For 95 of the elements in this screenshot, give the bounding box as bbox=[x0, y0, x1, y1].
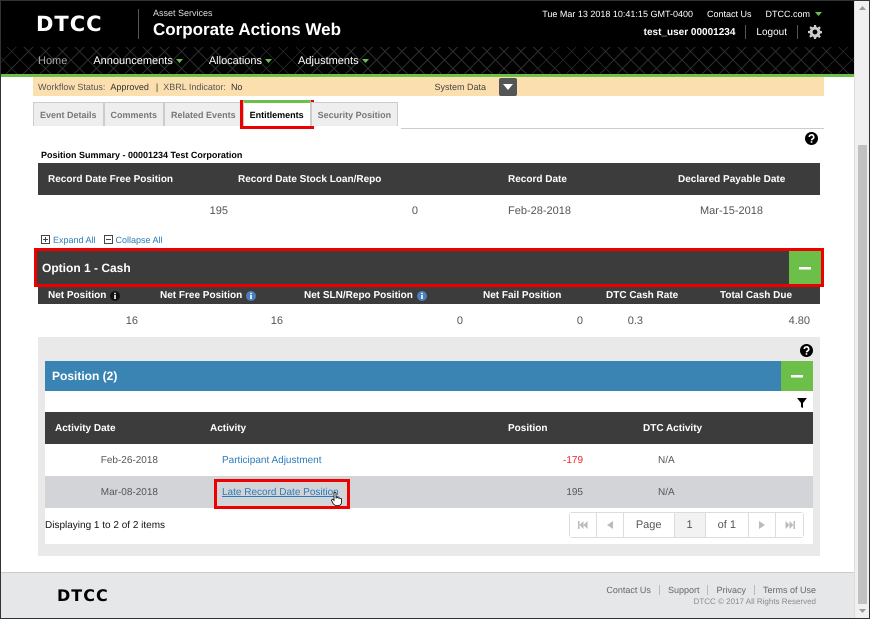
column-header: Activity Date bbox=[54, 422, 117, 434]
logout-link[interactable]: Logout bbox=[756, 26, 787, 38]
page-number-field[interactable]: 1 bbox=[674, 513, 706, 537]
table-cell-text: 4.80 bbox=[788, 314, 811, 326]
column-header: Position bbox=[507, 422, 548, 434]
dtcc-logo: DTCC bbox=[57, 586, 109, 605]
table-cell-text: 16 bbox=[124, 314, 139, 326]
option-title: Option 1 - Cash bbox=[42, 260, 131, 274]
scrollbar[interactable] bbox=[854, 1, 869, 618]
previous-page-icon bbox=[606, 521, 613, 529]
tab[interactable]: Event Details bbox=[33, 102, 104, 126]
help-icon[interactable] bbox=[805, 132, 818, 145]
scroll-down-icon[interactable] bbox=[858, 609, 866, 613]
status-label: XBRL Indicator: bbox=[163, 82, 226, 92]
column-header: DTC Activity bbox=[642, 422, 704, 434]
footer-link[interactable]: Contact Us bbox=[598, 585, 659, 595]
info-icon[interactable] bbox=[416, 290, 427, 300]
footer-link[interactable]: Privacy bbox=[707, 585, 754, 595]
minus-box-icon bbox=[104, 235, 113, 244]
caret-icon bbox=[176, 58, 183, 62]
app-subtitle: Asset Services bbox=[153, 8, 214, 18]
column-header: Net Free Position bbox=[160, 290, 242, 301]
column-header: Record Date Free Position bbox=[47, 174, 174, 184]
activity-link[interactable]: Late Record Date Position bbox=[222, 486, 339, 498]
info-icon[interactable] bbox=[246, 290, 256, 300]
header-link[interactable]: DTCC.com bbox=[766, 9, 822, 19]
table-cell-text: 195 bbox=[208, 205, 228, 217]
nav-item[interactable]: Announcements bbox=[93, 54, 183, 66]
column-header: Record Date Stock Loan/Repo bbox=[237, 174, 382, 184]
nav-item[interactable]: Home bbox=[38, 54, 68, 66]
table-cell-text: 16 bbox=[270, 314, 284, 326]
table-cell-text: 0 bbox=[456, 314, 463, 326]
table-cell-text: N/A bbox=[657, 454, 676, 466]
first-page-button[interactable] bbox=[570, 513, 597, 537]
position-title: Position (2) bbox=[52, 369, 118, 383]
copyright-text: DTCC © 2017 All Rights Reserved bbox=[694, 597, 816, 606]
caret-icon bbox=[362, 58, 369, 62]
settings-icon[interactable] bbox=[808, 25, 822, 39]
status-value: No bbox=[230, 82, 242, 92]
activity-link[interactable]: Participant Adjustment bbox=[222, 454, 322, 466]
first-page-icon bbox=[578, 521, 588, 529]
last-page-icon bbox=[784, 521, 794, 529]
user-name: test_user 00001234 bbox=[644, 26, 736, 38]
status-label: Workflow Status: bbox=[38, 82, 106, 92]
table-cell-text: Mar-15-2018 bbox=[699, 205, 764, 217]
footer-link[interactable]: Support bbox=[658, 585, 708, 595]
table-cell-text: 0 bbox=[410, 205, 419, 217]
column-header: Net Fail Position bbox=[483, 290, 562, 301]
next-page-icon bbox=[759, 521, 765, 529]
table-cell-text: -179 bbox=[562, 454, 583, 466]
info-icon[interactable] bbox=[110, 290, 120, 300]
table-cell-text: Feb-28-2018 bbox=[507, 205, 572, 217]
column-header: Net Position bbox=[48, 290, 106, 301]
caret-down-icon bbox=[503, 84, 513, 90]
summary-title: Position Summary - 00001234 Test Corporation bbox=[41, 150, 244, 160]
items-summary: Displaying 1 to 2 of 2 items bbox=[45, 520, 166, 530]
plus-box-icon bbox=[41, 235, 50, 244]
column-header: Total Cash Due bbox=[720, 290, 792, 301]
column-header: DTC Cash Rate bbox=[606, 290, 678, 301]
table-cell-text: Mar-08-2018 bbox=[100, 486, 159, 498]
tab[interactable]: Related Events bbox=[164, 102, 243, 126]
column-header: Net SLN/Repo Position bbox=[304, 290, 413, 301]
column-header: Record Date bbox=[507, 174, 568, 184]
dtcc-logo: DTCC bbox=[36, 12, 104, 36]
table-cell-text: 195 bbox=[565, 486, 583, 498]
table-row[interactable]: Feb-26-2018 Participant Adjustment -179 N/A bbox=[45, 444, 813, 476]
caret-icon bbox=[815, 12, 822, 16]
expand-all-link[interactable]: Expand All bbox=[41, 233, 96, 246]
datetime: Tue Mar 13 2018 10:41:15 GMT-0400 bbox=[542, 9, 693, 19]
collapse-button[interactable] bbox=[789, 251, 821, 284]
table-cell-text: 0.3 bbox=[626, 314, 644, 326]
tab[interactable]: Entitlements bbox=[242, 100, 311, 126]
help-icon[interactable] bbox=[800, 344, 813, 357]
nav-item[interactable]: Adjustments bbox=[298, 54, 369, 66]
app-title: Corporate Actions Web bbox=[153, 20, 341, 40]
nav-item[interactable]: Allocations bbox=[208, 54, 272, 66]
column-header: Declared Payable Date bbox=[677, 174, 786, 184]
dropdown-button[interactable] bbox=[499, 78, 517, 96]
tab[interactable]: Comments bbox=[104, 102, 164, 126]
scrollbar-thumb[interactable] bbox=[858, 145, 866, 604]
footer-link[interactable]: Terms of Use bbox=[754, 585, 816, 595]
tab[interactable]: Security Position bbox=[310, 102, 398, 126]
caret-icon bbox=[265, 58, 272, 62]
header-link[interactable]: Contact Us bbox=[706, 9, 752, 19]
table-cell-text: 0 bbox=[576, 314, 584, 326]
scroll-up-icon[interactable] bbox=[858, 6, 866, 10]
table-row[interactable]: Mar-08-2018 Late Record Date Position 195 N/A bbox=[45, 476, 813, 508]
table-cell-text: Feb-26-2018 bbox=[100, 454, 159, 466]
filter-icon[interactable] bbox=[797, 398, 807, 408]
status-value: Approved bbox=[110, 82, 149, 92]
table-cell-text: N/A bbox=[657, 486, 676, 498]
separator: | bbox=[156, 82, 158, 92]
system-data-label: System Data bbox=[434, 82, 486, 92]
collapse-all-link[interactable]: Collapse All bbox=[104, 233, 163, 246]
column-header: Activity bbox=[210, 422, 248, 434]
